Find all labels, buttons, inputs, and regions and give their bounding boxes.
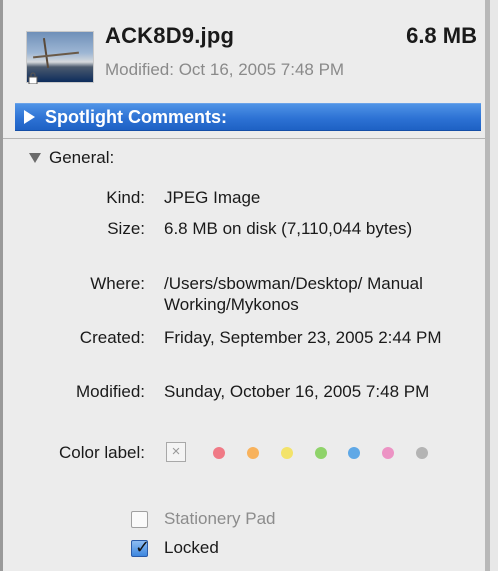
stationery-pad-label: Stationery Pad bbox=[164, 509, 276, 528]
info-value: Friday, September 23, 2005 2:44 PM bbox=[164, 328, 442, 347]
file-header: ACK8D9.jpg 6.8 MB Modified: Oct 16, 2005… bbox=[3, 0, 485, 96]
color-label-yellow[interactable] bbox=[281, 447, 293, 459]
color-label-purple[interactable] bbox=[382, 447, 394, 459]
info-label: Modified: bbox=[76, 382, 145, 401]
color-label-blue[interactable] bbox=[348, 447, 360, 459]
info-value: Sunday, October 16, 2005 7:48 PM bbox=[164, 382, 430, 401]
spotlight-comments-disclosure[interactable]: Spotlight Comments: bbox=[15, 103, 481, 131]
disclosure-triangle-down-icon bbox=[29, 153, 41, 163]
color-label-label: Color label: bbox=[59, 443, 145, 462]
locked-checkbox[interactable]: ✓ bbox=[131, 536, 151, 557]
info-label: Size: bbox=[107, 219, 145, 238]
stationery-pad-checkbox[interactable] bbox=[131, 510, 148, 528]
spotlight-comments-label: Spotlight Comments: bbox=[45, 107, 227, 127]
info-label: Created: bbox=[79, 328, 145, 347]
file-name: ACK8D9.jpg bbox=[105, 23, 235, 48]
section-divider bbox=[3, 138, 485, 139]
locked-option: ✓ Locked bbox=[131, 536, 219, 558]
checkmark-icon: ✓ bbox=[135, 536, 151, 557]
locked-label: Locked bbox=[164, 538, 219, 557]
color-label-green[interactable] bbox=[315, 447, 327, 459]
info-value: 6.8 MB on disk (7,110,044 bytes) bbox=[164, 219, 413, 238]
color-label-red[interactable] bbox=[213, 447, 225, 459]
info-label: Where: bbox=[90, 274, 145, 293]
general-disclosure[interactable]: General: bbox=[29, 148, 114, 168]
info-value: /Users/sbowman/Desktop/ Manual Working/M… bbox=[164, 274, 423, 314]
file-size: 6.8 MB bbox=[406, 23, 477, 48]
lock-icon bbox=[28, 72, 38, 84]
no-color-label-swatch[interactable]: × bbox=[166, 442, 186, 462]
color-label-orange[interactable] bbox=[247, 447, 259, 459]
get-info-panel: ACK8D9.jpg 6.8 MB Modified: Oct 16, 2005… bbox=[0, 0, 490, 571]
disclosure-triangle-right-icon bbox=[24, 110, 35, 124]
info-value: JPEG Image bbox=[164, 188, 261, 207]
color-label-row: Color label: × bbox=[3, 442, 485, 466]
color-label-gray[interactable] bbox=[416, 447, 428, 459]
modified-summary: Modified: Oct 16, 2005 7:48 PM bbox=[105, 60, 345, 79]
stationery-pad-option: Stationery Pad bbox=[131, 509, 276, 529]
general-label: General: bbox=[49, 148, 115, 167]
info-label: Kind: bbox=[106, 188, 145, 207]
